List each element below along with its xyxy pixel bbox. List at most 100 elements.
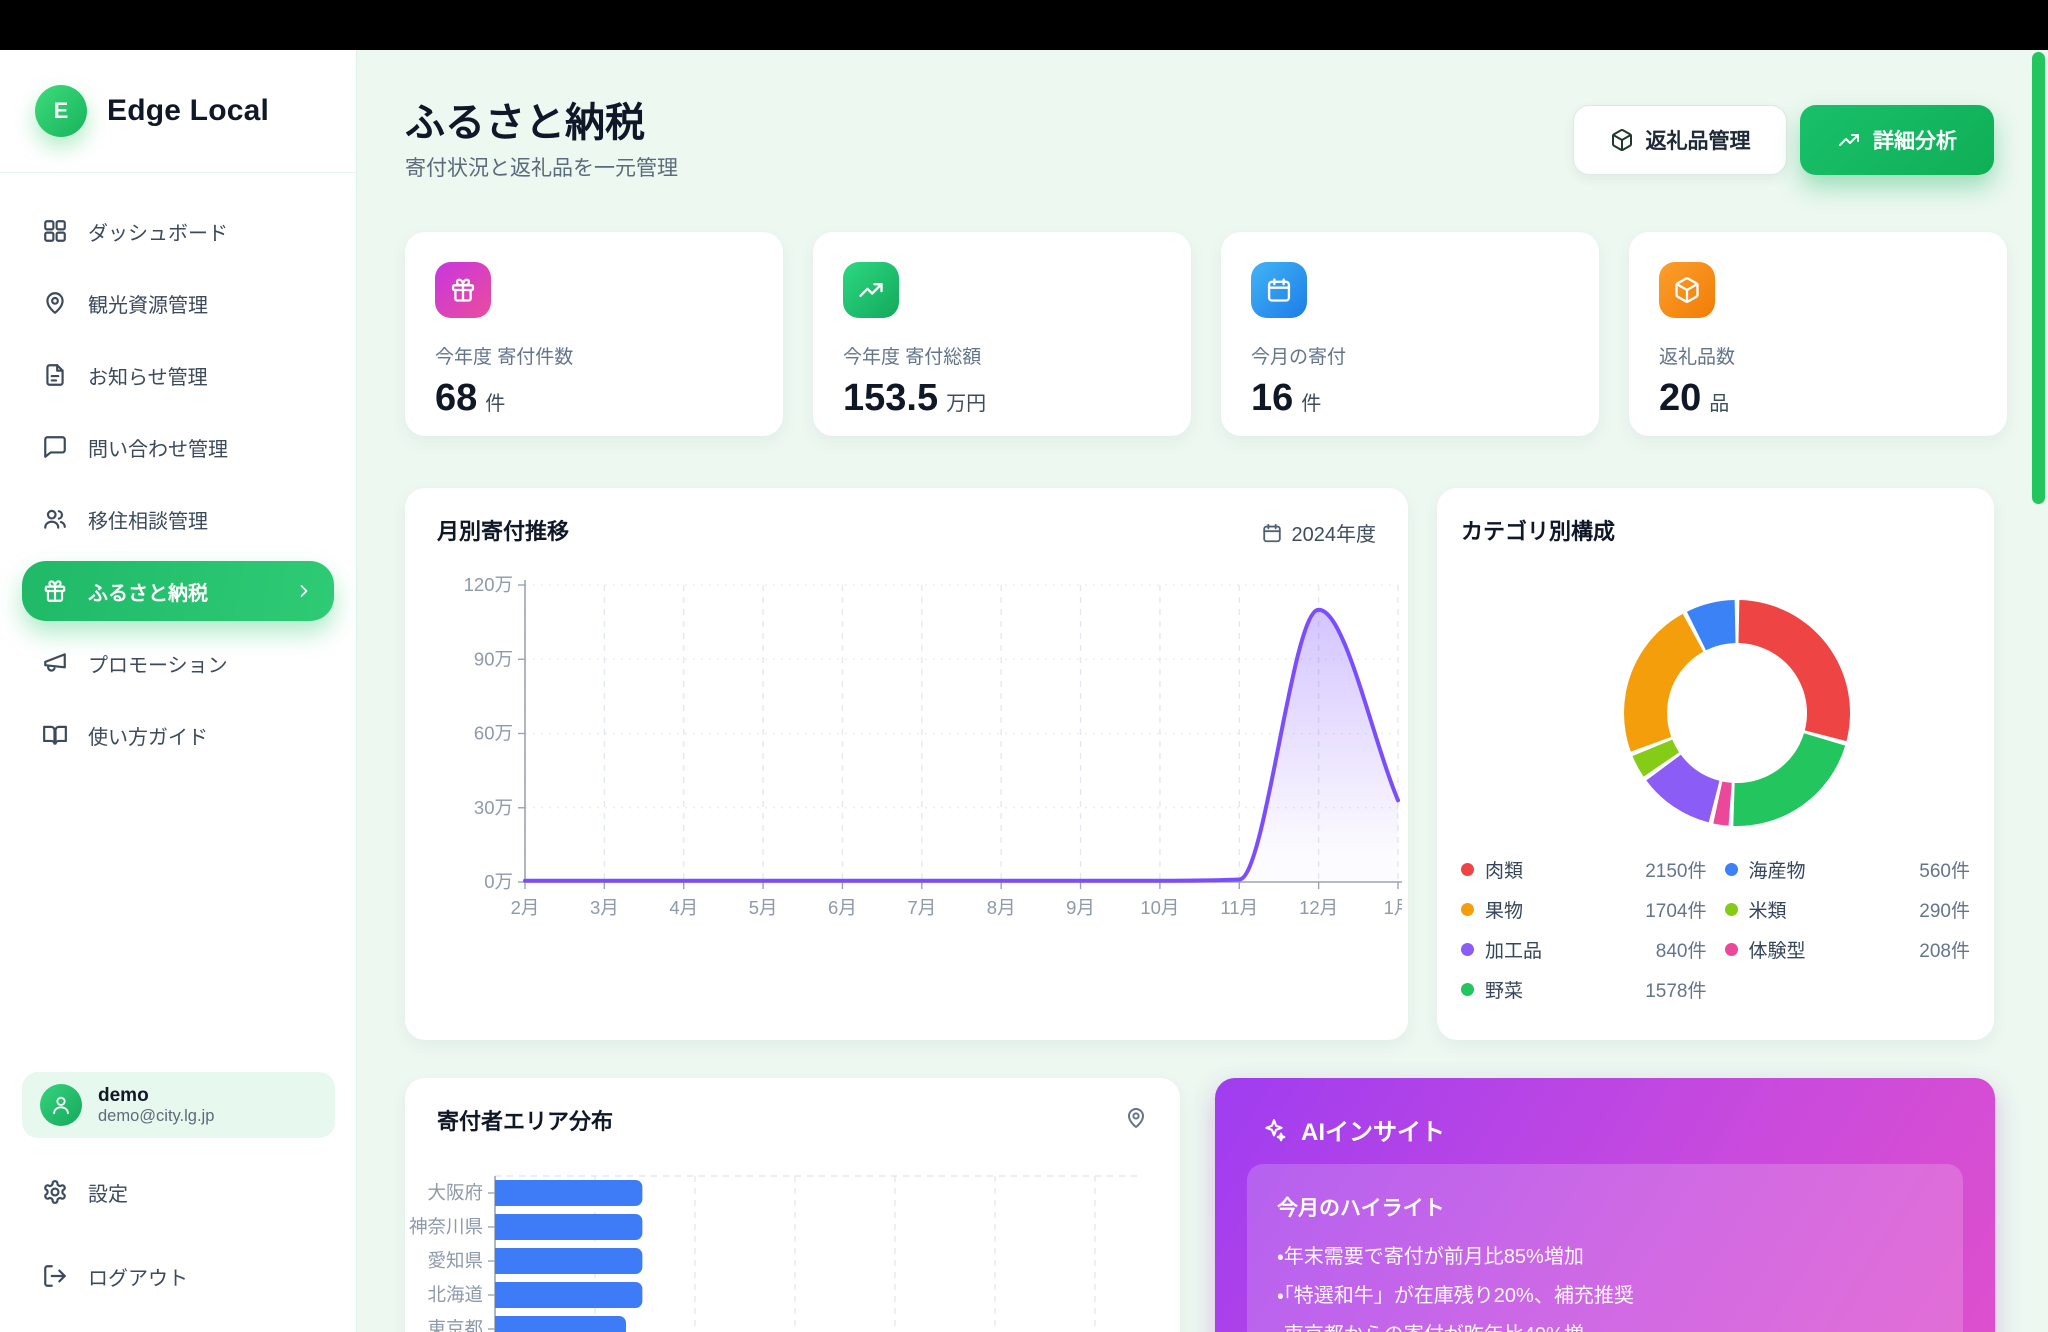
legend-label: 加工品 — [1485, 936, 1542, 963]
svg-text:60万: 60万 — [474, 723, 513, 744]
package-icon — [1659, 262, 1715, 318]
sidebar-item-logout[interactable]: ログアウト — [22, 1246, 335, 1306]
stat-label: 今年度 寄付件数 — [435, 342, 753, 369]
logo-name: Edge Local — [107, 94, 269, 128]
svg-text:1月: 1月 — [1384, 897, 1402, 918]
svg-text:2月: 2月 — [511, 897, 540, 918]
legend-label: 体験型 — [1749, 936, 1806, 963]
svg-text:0万: 0万 — [484, 871, 513, 892]
svg-text:7月: 7月 — [907, 897, 936, 918]
sidebar-item-tourism[interactable]: 観光資源管理 — [22, 273, 334, 333]
legend-dot — [1461, 863, 1474, 876]
monthly-trend-title: 月別寄付推移 — [437, 514, 569, 546]
ai-insight-header: AIインサイト — [1261, 1112, 1445, 1147]
avatar — [40, 1084, 82, 1126]
sidebar-item-furusato-tax[interactable]: ふるさと納税 — [22, 561, 334, 621]
svg-text:大阪府: 大阪府 — [427, 1182, 483, 1203]
stat-value: 68 — [435, 377, 477, 420]
dashboard-icon — [42, 218, 68, 244]
sidebar-item-guide[interactable]: 使い方ガイド — [22, 705, 334, 765]
ai-bullet: ・東京都からの寄付が昨年比40%増 — [1277, 1316, 1933, 1332]
sparkles-icon — [1261, 1117, 1287, 1143]
monthly-trend-card: 月別寄付推移 2024年度 2月3月4月5月6月7月8月9月10月11月12月1… — [405, 488, 1408, 1040]
legend-item: 米類 290件 — [1725, 896, 1971, 923]
sidebar-nav: ダッシュボード 観光資源管理 お知らせ管理 問い合わせ管理 移住相談管理 ふるさ… — [0, 173, 356, 765]
map-pin-icon — [1124, 1106, 1148, 1130]
legend-item: 果物 1704件 — [1461, 896, 1707, 923]
donor-area-title: 寄付者エリア分布 — [437, 1104, 613, 1136]
sidebar-item-settings[interactable]: 設定 — [22, 1162, 335, 1222]
legend-dot — [1461, 943, 1474, 956]
sidebar: E Edge Local ダッシュボード 観光資源管理 お知らせ管理 問い合わせ… — [0, 50, 357, 1332]
chevron-right-icon — [294, 581, 314, 601]
stat-unit: 件 — [1301, 387, 1321, 416]
stat-card-yearly-amount: 今年度 寄付総額 153.5 万円 — [813, 232, 1191, 436]
svg-text:5月: 5月 — [749, 897, 778, 918]
legend-dot — [1725, 863, 1738, 876]
stat-unit: 品 — [1709, 387, 1729, 416]
sidebar-item-label: ふるさと納税 — [88, 577, 208, 606]
legend-label: 海産物 — [1749, 856, 1806, 883]
legend-value: 2150件 — [1645, 856, 1706, 883]
sidebar-item-label: プロモーション — [88, 649, 228, 678]
svg-text:9月: 9月 — [1066, 897, 1095, 918]
stat-unit: 万円 — [946, 387, 986, 416]
svg-text:北海道: 北海道 — [427, 1284, 483, 1305]
svg-text:6月: 6月 — [828, 897, 857, 918]
sidebar-item-label: 移住相談管理 — [88, 505, 208, 534]
sidebar-item-dashboard[interactable]: ダッシュボード — [22, 201, 334, 261]
sidebar-item-migration[interactable]: 移住相談管理 — [22, 489, 334, 549]
category-legend: 肉類 2150件 海産物 560件 果物 1704件 米類 290件 加工品 8… — [1461, 856, 1970, 1003]
log-out-icon — [42, 1263, 68, 1289]
sidebar-item-label: 使い方ガイド — [88, 721, 208, 750]
sidebar-item-label: ダッシュボード — [88, 217, 228, 246]
svg-text:12月: 12月 — [1299, 897, 1338, 918]
svg-text:8月: 8月 — [987, 897, 1016, 918]
stat-card-yearly-count: 今年度 寄付件数 68 件 — [405, 232, 783, 436]
stat-label: 今月の寄付 — [1251, 342, 1569, 369]
sidebar-item-promotion[interactable]: プロモーション — [22, 633, 334, 693]
category-breakdown-title: カテゴリ別構成 — [1461, 514, 1615, 546]
legend-dot — [1725, 943, 1738, 956]
legend-value: 560件 — [1919, 856, 1970, 883]
browser-top-bar — [0, 0, 2048, 50]
legend-dot — [1461, 903, 1474, 916]
donor-area-card: 寄付者エリア分布 大阪府神奈川県愛知県北海道東京都 — [405, 1078, 1180, 1332]
gear-icon — [42, 1179, 68, 1205]
ai-highlight-title: 今月のハイライト — [1277, 1192, 1933, 1222]
user-icon — [50, 1094, 72, 1116]
user-card[interactable]: demo demo@city.lg.jp — [22, 1072, 335, 1138]
megaphone-icon — [42, 650, 68, 676]
stat-card-month-count: 今月の寄付 16 件 — [1221, 232, 1599, 436]
svg-text:東京都: 東京都 — [427, 1318, 483, 1332]
page-title: ふるさと納税 — [405, 90, 645, 148]
legend-label: 米類 — [1749, 896, 1787, 923]
user-email: demo@city.lg.jp — [98, 1107, 214, 1126]
users-icon — [42, 506, 68, 532]
svg-text:120万: 120万 — [464, 574, 513, 595]
legend-value: 1704件 — [1645, 896, 1706, 923]
donor-area-chart: 大阪府神奈川県愛知県北海道東京都 — [405, 1158, 1180, 1332]
svg-text:3月: 3月 — [590, 897, 619, 918]
calendar-icon — [1251, 262, 1307, 318]
book-open-icon — [42, 722, 68, 748]
sidebar-item-label: お知らせ管理 — [88, 361, 208, 390]
svg-text:30万: 30万 — [474, 797, 513, 818]
stat-value: 153.5 — [843, 377, 938, 420]
legend-item: 加工品 840件 — [1461, 936, 1707, 963]
trending-up-icon — [1837, 128, 1861, 152]
page-subtitle: 寄付状況と返礼品を一元管理 — [405, 152, 678, 182]
legend-value: 1578件 — [1645, 976, 1706, 1003]
reward-management-button[interactable]: 返礼品管理 — [1573, 105, 1787, 175]
sidebar-footer: 設定 ログアウト — [0, 1162, 357, 1330]
scrollbar-thumb[interactable] — [2032, 52, 2045, 504]
sidebar-item-notices[interactable]: お知らせ管理 — [22, 345, 334, 405]
logo-badge: E — [35, 85, 87, 137]
sidebar-item-label: ログアウト — [88, 1262, 188, 1291]
legend-item: 野菜 1578件 — [1461, 976, 1707, 1003]
detail-analysis-button[interactable]: 詳細分析 — [1800, 105, 1994, 175]
sidebar-item-inquiries[interactable]: 問い合わせ管理 — [22, 417, 334, 477]
reward-management-label: 返礼品管理 — [1646, 125, 1751, 155]
category-donut-chart — [1607, 583, 1867, 843]
sidebar-item-label: 観光資源管理 — [88, 289, 208, 318]
